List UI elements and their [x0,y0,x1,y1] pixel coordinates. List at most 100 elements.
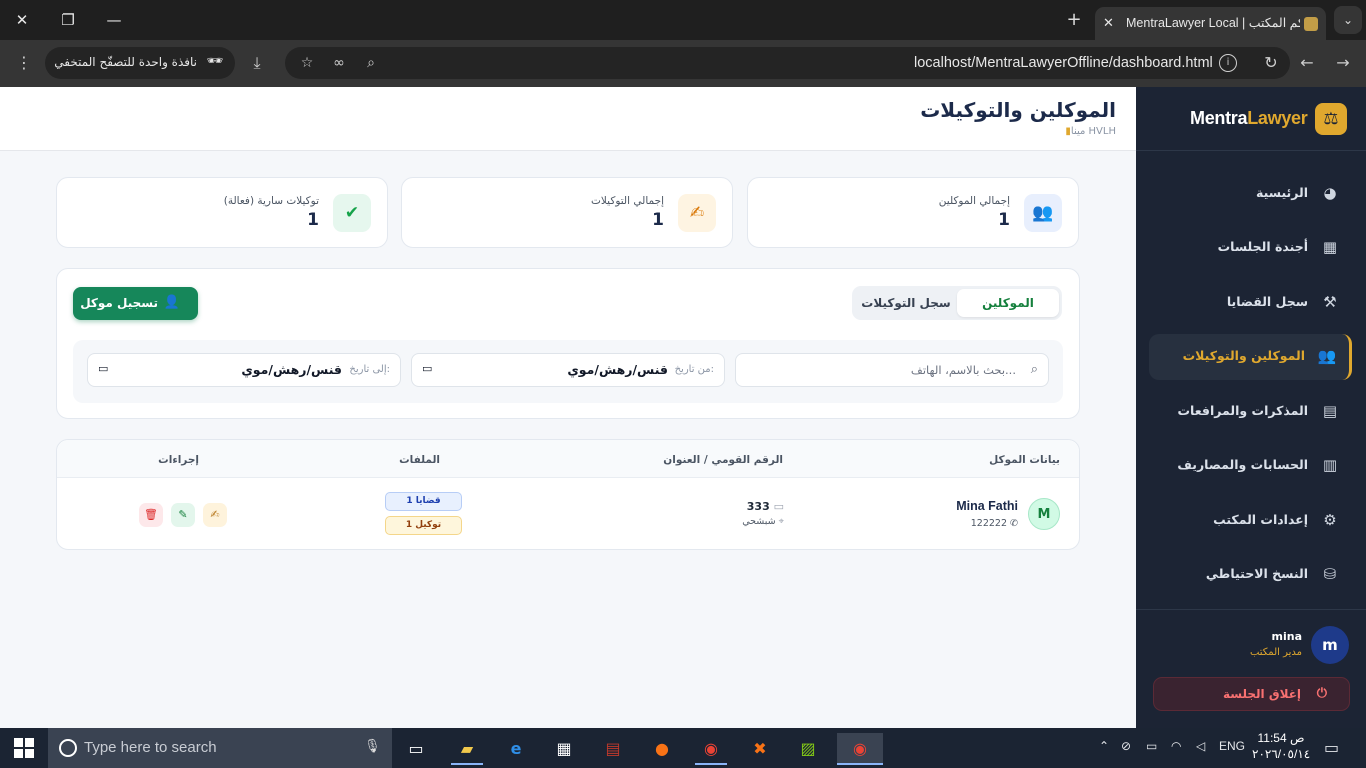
window-minimize-icon[interactable]: — [100,8,128,32]
column-header-files: الملفات [399,454,440,466]
incognito-indicator[interactable]: نافذة واحدة للتصفّح المتخفي 🕶 [45,47,235,79]
search-icon: ⌕ [1030,362,1038,377]
chrome-incognito-icon[interactable]: ◉ [837,733,883,765]
add-client-button[interactable]: 👤 تسجيل موكل [73,287,198,320]
sidebar-item-label: أجندة الجلسات [1217,239,1308,254]
tab-title: MentraLawyer Local | كم المكتب [1126,16,1300,30]
client-address: شبشحي ⌖ [742,516,784,527]
back-arrow-icon[interactable]: ← [1295,52,1319,74]
user-role: مدير المكتب [1249,647,1302,658]
url-text[interactable]: localhost/MentraLawyerOffline/dashboard.… [914,55,1213,71]
column-header-actions: إجراءات [158,454,199,466]
volume-icon[interactable]: ◁ [1196,739,1205,753]
id-card-icon: ▭ [773,500,784,513]
date-to-label: إلى تاريخ: [349,364,390,375]
client-name[interactable]: Mina Fathi [900,499,1018,513]
location-pin-icon: ⌖ [778,516,784,527]
sidebar-item-label: المذكرات والمرافعات [1177,403,1308,418]
sidebar-item-clients[interactable]: 👥 الموكلين والتوكيلات [1149,334,1352,380]
tray-chevron-icon[interactable]: ⌃ [1099,739,1109,753]
bookmark-star-icon[interactable]: ☆ [297,54,317,72]
sidebar-item-memos[interactable]: ▤ المذكرات والمرافعات [1149,389,1352,435]
date-from-field[interactable]: من تاريخ: قنس/رهش/موي ▭ [411,353,725,387]
xampp-icon[interactable]: ✖ [744,733,776,765]
sidebar-item-home[interactable]: ◕ الرئيسية [1149,171,1352,217]
winrar-icon[interactable]: ▤ [597,733,629,765]
incognito-small-icon[interactable]: ∞ [329,54,349,72]
sidebar-item-settings[interactable]: ⚙ إعدادات المكتب [1149,498,1352,544]
logout-button[interactable]: ⏻ إغلاق الجلسة [1153,677,1350,711]
add-poa-icon[interactable]: ✍ [203,503,227,527]
incognito-label: نافذة واحدة للتصفّح المتخفي [54,55,197,69]
user-name: mina [1271,630,1303,643]
edit-pencil-icon[interactable]: ✎ [171,503,195,527]
add-client-label: تسجيل موكل [80,296,158,310]
scales-icon: ⚖ [1315,103,1347,135]
windows-start-icon[interactable] [14,738,34,758]
sidebar-item-cases[interactable]: ⚒ سجل القضايا [1149,280,1352,326]
users-icon: 👥 [1024,194,1062,232]
pie-chart-icon: ◕ [1323,184,1337,202]
new-tab-button[interactable]: + [1062,8,1086,32]
task-view-icon[interactable]: ▭ [400,733,432,765]
site-info-icon[interactable]: i [1219,54,1237,72]
window-close-icon[interactable]: ✕ [8,8,36,32]
network-off-icon[interactable]: ⊘ [1121,739,1131,753]
edge-icon[interactable]: e [500,733,532,765]
gear-icon: ⚙ [1323,511,1337,529]
zoom-search-icon[interactable]: ⌕ [361,54,381,72]
phone-icon: ✆ [1010,518,1018,529]
office-breadcrumb: ▮مينا HVLH [1065,126,1116,137]
battery-icon[interactable]: ▭ [1146,739,1157,753]
forward-arrow-icon[interactable]: → [1331,52,1355,74]
stat-label: إجمالي التوكيلات [591,195,664,207]
date-to-field[interactable]: إلى تاريخ: قنس/رهش/موي ▭ [87,353,401,387]
search-input[interactable]: ⌕ بحث بالاسم، الهاتف... [735,353,1049,387]
language-indicator[interactable]: ENG [1219,739,1245,753]
poa-count-badge[interactable]: 1 توكيل [385,516,462,535]
clock-time[interactable]: ص 11:54 [1256,731,1306,745]
tab-search-chevron-icon[interactable]: ⌄ [1334,6,1362,34]
tab-favicon-icon [1304,17,1318,31]
sidebar-item-backup[interactable]: ⛁ النسخ الاحتياطي [1149,552,1352,598]
wifi-icon[interactable]: ◠ [1171,739,1181,753]
sidebar-item-label: النسخ الاحتياطي [1205,566,1308,581]
page-title: الموكلين والتوكيلات [920,98,1116,122]
browser-tab[interactable]: ✕ MentraLawyer Local | كم المكتب [1095,7,1326,40]
sidebar-divider [1136,609,1366,610]
download-icon[interactable]: ⤓ [245,52,269,74]
sidebar-item-accounts[interactable]: ▥ الحسابات والمصاريف [1149,443,1352,489]
tab-poa-register[interactable]: سجل التوكيلات [855,289,957,317]
delete-trash-icon[interactable]: 🗑 [139,503,163,527]
sidebar-item-label: إعدادات المكتب [1213,512,1308,527]
microphone-icon[interactable]: 🎙 [364,738,381,754]
stat-value: 1 [307,210,319,230]
client-national-id: 333 ▭ [746,500,784,513]
taskbar-search-input[interactable]: Type here to search 🎙 [48,728,392,768]
notifications-icon[interactable]: ▭ [1324,738,1339,757]
cases-count-badge[interactable]: 1 قضايا [385,492,462,511]
firefox-icon[interactable]: ● [646,733,678,765]
reload-icon[interactable]: ↻ [1259,52,1283,74]
taskbar-search-placeholder: Type here to search [84,739,217,756]
file-explorer-icon[interactable]: ▰ [451,733,483,765]
notepad-plus-icon[interactable]: ▨ [792,733,824,765]
sidebar-item-label: سجل القضايا [1226,294,1308,309]
chrome-icon[interactable]: ◉ [695,733,727,765]
date-from-label: من تاريخ: [674,364,714,375]
browser-menu-icon[interactable]: ⋮ [12,52,36,74]
sidebar-item-sessions[interactable]: ▦ أجندة الجلسات [1149,225,1352,271]
calendar-icon[interactable]: ▭ [422,362,432,375]
calendar-icon[interactable]: ▭ [98,362,108,375]
tab-close-icon[interactable]: ✕ [1103,15,1114,31]
clock-date[interactable]: ٢٠٢٦/٠٥/١٤ [1252,747,1310,761]
stat-label: توكيلات سارية (فعالة) [223,195,319,207]
search-placeholder: بحث بالاسم، الهاتف... [910,363,1016,377]
stat-card-active-poa: ✔ توكيلات سارية (فعالة) 1 [56,177,388,248]
store-icon[interactable]: ▦ [548,733,580,765]
cortana-icon [59,739,77,757]
sidebar-item-label: الحسابات والمصاريف [1177,457,1308,472]
window-restore-icon[interactable]: ❐ [54,8,82,32]
tab-clients[interactable]: الموكلين [957,289,1059,317]
user-avatar[interactable]: m [1311,626,1349,664]
